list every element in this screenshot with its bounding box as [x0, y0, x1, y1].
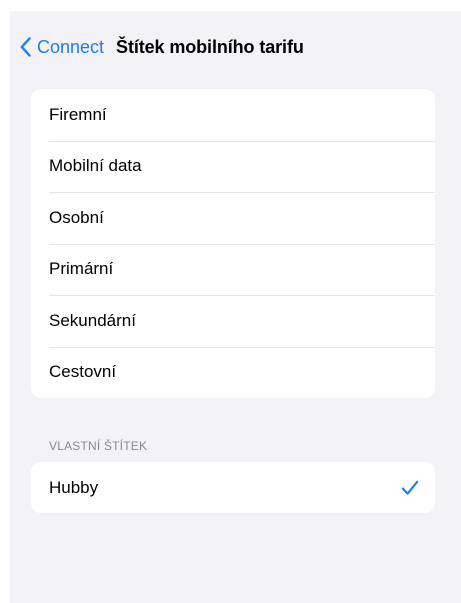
- label-option-mobilni-data[interactable]: Mobilní data: [31, 140, 435, 193]
- label-option-sekundarni[interactable]: Sekundární: [31, 295, 435, 347]
- label-option-text: Cestovní: [49, 362, 117, 382]
- settings-screen: Connect Štítek mobilního tarifu Firemní …: [10, 11, 461, 603]
- label-option-text: Osobní: [49, 207, 104, 227]
- label-options-list: Firemní Mobilní data Osobní Primární Sek…: [31, 89, 435, 398]
- navigation-bar: Connect Štítek mobilního tarifu: [10, 33, 461, 61]
- custom-label-text: Hubby: [49, 477, 99, 497]
- page-title: Štítek mobilního tarifu: [116, 36, 304, 57]
- label-option-firemni[interactable]: Firemní: [31, 89, 435, 141]
- label-option-text: Sekundární: [49, 310, 136, 330]
- label-option-text: Primární: [49, 259, 114, 279]
- back-button-label: Connect: [37, 36, 105, 57]
- back-button[interactable]: Connect: [20, 37, 104, 58]
- label-option-text: Firemní: [49, 104, 107, 124]
- label-option-osobni[interactable]: Osobní: [31, 192, 435, 244]
- custom-label-list: Hubby: [31, 462, 435, 513]
- custom-label-section-header: VLASTNÍ ŠTÍTEK: [49, 439, 148, 453]
- label-option-cestovni[interactable]: Cestovní: [31, 346, 435, 399]
- label-option-text: Mobilní data: [49, 156, 142, 176]
- checkmark-icon: [401, 480, 419, 495]
- custom-label-option-hubby[interactable]: Hubby: [31, 462, 435, 513]
- label-option-primarni[interactable]: Primární: [31, 243, 435, 296]
- chevron-left-icon: [20, 37, 31, 57]
